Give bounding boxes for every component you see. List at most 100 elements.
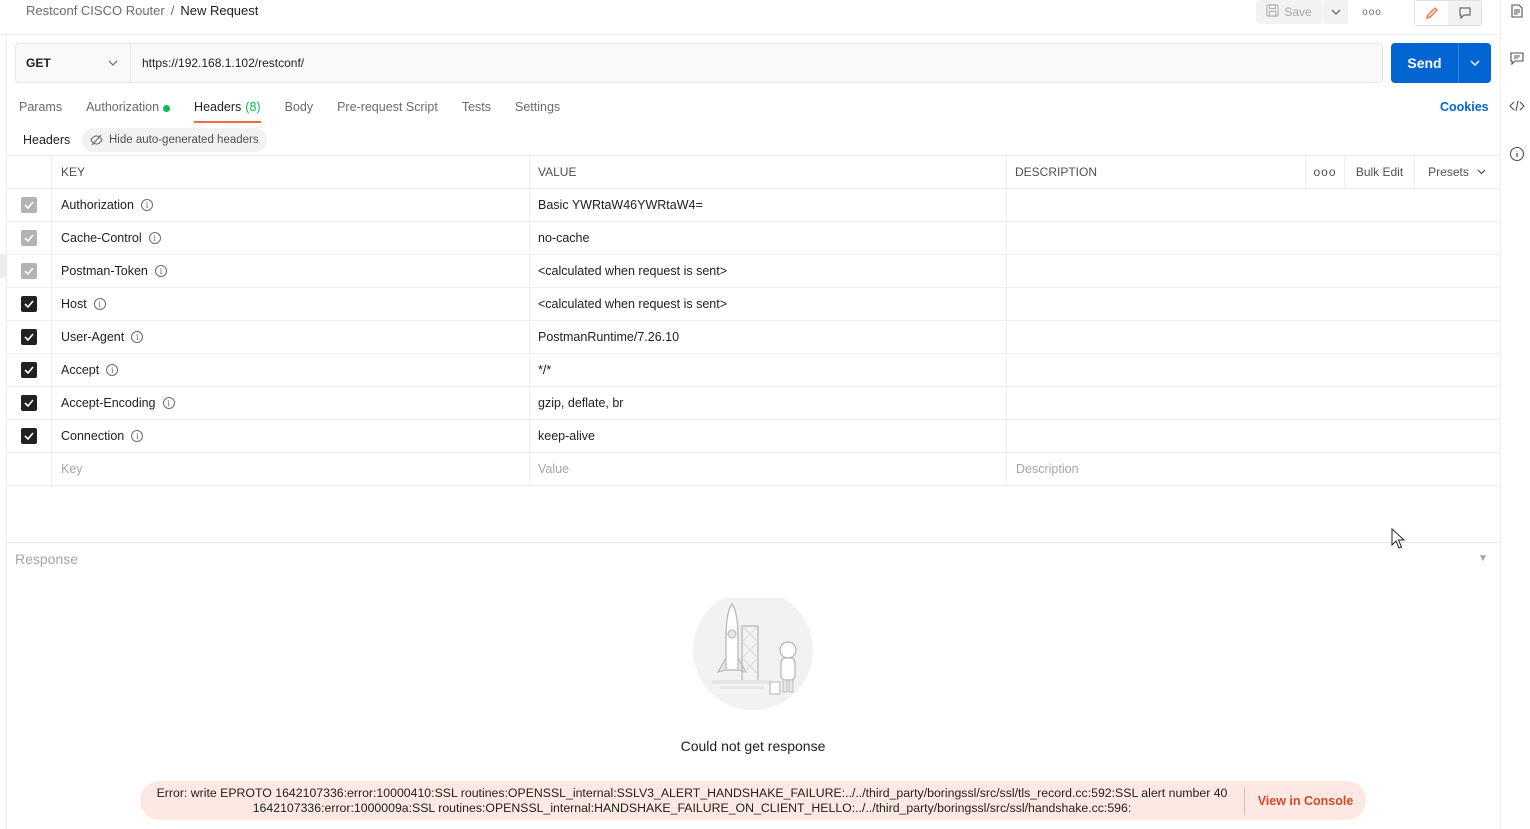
bulk-edit-button[interactable]: Bulk Edit (1345, 156, 1415, 188)
info-icon[interactable]: i (162, 397, 175, 409)
response-divider[interactable] (7, 542, 1499, 543)
info-icon[interactable]: i (148, 232, 161, 244)
header-key-cell[interactable]: Accept i (52, 354, 530, 386)
tab-label: Settings (515, 100, 561, 114)
tab-settings[interactable]: Settings (515, 96, 560, 123)
url-input[interactable]: https://192.168.1.102/restconf/ (130, 43, 1383, 83)
header-description-cell[interactable] (1007, 189, 1499, 221)
save-options-dropdown[interactable] (1323, 0, 1348, 24)
row-checkbox-cell (7, 387, 52, 419)
header-description-cell[interactable] (1007, 321, 1499, 353)
info-icon[interactable] (1509, 146, 1525, 162)
left-panel-edge (0, 36, 7, 829)
presets-label: Presets (1428, 165, 1469, 179)
row-checkbox[interactable] (21, 362, 37, 378)
table-row: Connection i keep-alive (7, 420, 1499, 453)
header-key-cell[interactable]: Cache-Control i (52, 222, 530, 254)
left-panel-marker (0, 254, 6, 278)
row-checkbox[interactable] (21, 263, 37, 279)
info-icon[interactable]: i (131, 430, 144, 442)
chevron-down-icon (108, 60, 118, 66)
table-row: Host i <calculated when request is sent> (7, 288, 1499, 321)
breadcrumb-separator: / (170, 3, 175, 18)
row-checkbox[interactable] (21, 296, 37, 312)
info-icon[interactable]: i (140, 199, 153, 211)
tab-authorization[interactable]: Authorization (86, 96, 171, 123)
method-select[interactable]: GET (15, 43, 131, 83)
new-value-input[interactable]: Value (530, 453, 1007, 485)
headers-table: KEY VALUE DESCRIPTION ooo Bulk Edit Pres… (7, 155, 1499, 486)
header-description-cell[interactable] (1007, 255, 1499, 287)
hide-auto-headers-button[interactable]: Hide auto-generated headers (82, 128, 267, 152)
status-dot-icon (163, 105, 171, 112)
mouse-cursor-icon (1391, 527, 1406, 553)
presets-dropdown[interactable]: Presets (1415, 156, 1499, 188)
row-checkbox[interactable] (21, 329, 37, 345)
header-key: Host (61, 297, 87, 311)
column-options-button[interactable]: ooo (1306, 156, 1345, 188)
more-actions-button[interactable]: ooo (1360, 2, 1384, 22)
row-checkbox-cell (7, 321, 52, 353)
new-key-input[interactable]: Key (52, 453, 530, 485)
edit-mode-button[interactable] (1415, 1, 1448, 25)
info-icon[interactable]: i (93, 298, 106, 310)
tab-headers[interactable]: Headers (8) (194, 96, 261, 123)
header-value-cell[interactable]: PostmanRuntime/7.26.10 (530, 321, 1007, 353)
row-checkbox[interactable] (21, 428, 37, 444)
tab-params[interactable]: Params (19, 96, 62, 123)
row-checkbox[interactable] (21, 197, 37, 213)
tab-count-badge: (8) (245, 100, 261, 114)
table-header-row: KEY VALUE DESCRIPTION ooo Bulk Edit Pres… (7, 156, 1499, 189)
info-icon[interactable]: i (154, 265, 167, 277)
send-button[interactable]: Send (1391, 43, 1458, 83)
table-row: Accept i */* (7, 354, 1499, 387)
header-description-cell[interactable] (1007, 387, 1499, 419)
header-value-cell[interactable]: no-cache (530, 222, 1007, 254)
tab-body[interactable]: Body (285, 96, 314, 123)
empty-response-message: Could not get response (680, 738, 826, 754)
new-description-input[interactable]: Description (1007, 453, 1499, 485)
save-button[interactable]: Save (1256, 0, 1322, 24)
row-checkbox-cell (7, 189, 52, 221)
view-in-console-link[interactable]: View in Console (1245, 794, 1366, 808)
request-name[interactable]: New Request (180, 3, 258, 18)
right-sidebar (1500, 0, 1530, 829)
tab-pre-request-script[interactable]: Pre-request Script (337, 96, 438, 123)
code-icon[interactable] (1509, 98, 1525, 114)
header-value-cell[interactable]: <calculated when request is sent> (530, 288, 1007, 320)
breadcrumb-collection[interactable]: Restconf CISCO Router (26, 3, 165, 18)
header-value: gzip, deflate, br (538, 396, 624, 410)
header-value-cell[interactable]: */* (530, 354, 1007, 386)
header-value: Basic YWRtaW46YWRtaW4= (538, 198, 703, 212)
row-checkbox[interactable] (21, 230, 37, 246)
documentation-mode-button[interactable] (1448, 1, 1481, 25)
cookies-link[interactable]: Cookies (1440, 100, 1489, 114)
header-value-cell[interactable]: keep-alive (530, 420, 1007, 452)
header-key-cell[interactable]: Postman-Token i (52, 255, 530, 287)
info-icon[interactable]: i (106, 364, 119, 376)
collapse-response-icon[interactable]: ▼ (1478, 553, 1488, 564)
header-key-cell[interactable]: Host i (52, 288, 530, 320)
header-value-cell[interactable]: <calculated when request is sent> (530, 255, 1007, 287)
row-checkbox[interactable] (21, 395, 37, 411)
documentation-icon[interactable] (1509, 3, 1525, 19)
header-description-cell[interactable] (1007, 420, 1499, 452)
info-icon[interactable]: i (131, 331, 144, 343)
header-key-cell[interactable]: Connection i (52, 420, 530, 452)
header-description-cell[interactable] (1007, 354, 1499, 386)
header-value: no-cache (538, 231, 590, 245)
header-key-cell[interactable]: User-Agent i (52, 321, 530, 353)
header-value-cell[interactable]: gzip, deflate, br (530, 387, 1007, 419)
row-checkbox-cell (7, 222, 52, 254)
header-description-cell[interactable] (1007, 288, 1499, 320)
more-icon: ooo (1362, 6, 1382, 18)
header-key-cell[interactable]: Accept-Encoding i (52, 387, 530, 419)
header-value-cell[interactable]: Basic YWRtaW46YWRtaW4= (530, 189, 1007, 221)
send-options-dropdown[interactable] (1458, 43, 1491, 83)
header-key-cell[interactable]: Authorization i (52, 189, 530, 221)
tab-label: Authorization (86, 100, 160, 114)
comments-icon[interactable] (1509, 50, 1525, 66)
header-description-cell[interactable] (1007, 222, 1499, 254)
tab-tests[interactable]: Tests (462, 96, 491, 123)
header-value: <calculated when request is sent> (538, 264, 728, 278)
